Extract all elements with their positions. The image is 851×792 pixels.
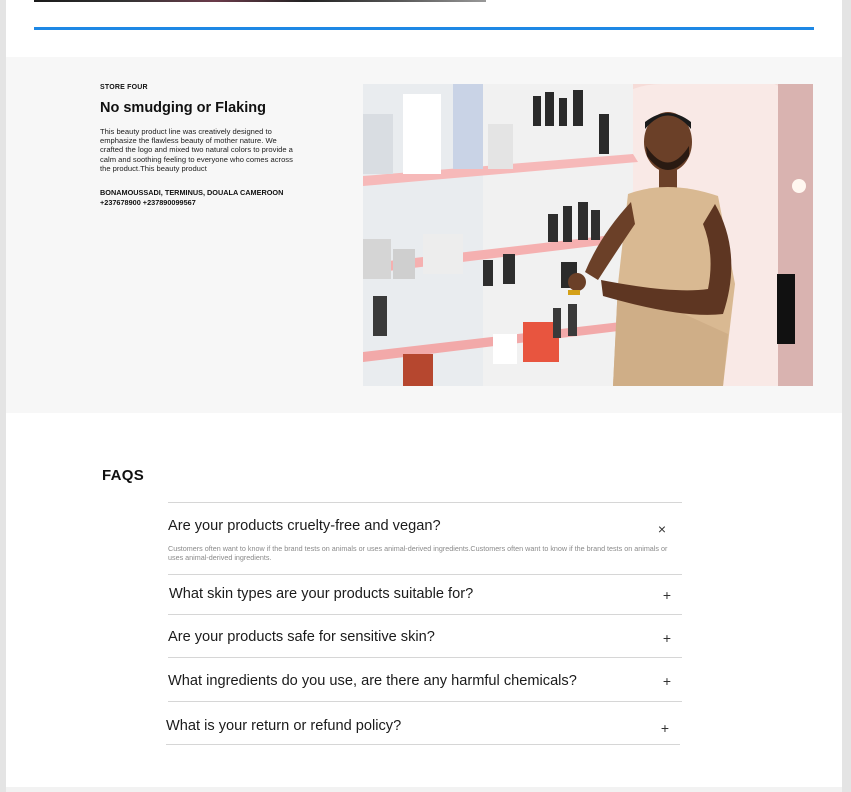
page: STORE FOUR No smudging or Flaking This b… [6,0,842,792]
faq-question[interactable]: Are your products safe for sensitive ski… [168,629,435,645]
faq-question[interactable]: What is your return or refund policy? [166,718,401,734]
store-description: This beauty product line was creatively … [100,127,293,173]
store-photo [363,84,813,386]
plus-icon[interactable]: + [658,720,672,736]
store-address-line: BONAMOUSSADI, TERMINUS, DOUALA CAMEROON [100,188,284,197]
store-section: STORE FOUR No smudging or Flaking This b… [6,57,842,413]
faq-answer: Customers often want to know if the bran… [168,544,668,562]
faq-title: FAQS [102,467,145,484]
faq-item-refund-policy[interactable]: What is your return or refund policy? + [166,702,680,745]
faq-question[interactable]: What ingredients do you use, are there a… [168,673,577,689]
store-photo-illustration [363,84,813,386]
store-title: No smudging or Flaking [100,100,266,116]
accent-divider [34,27,814,30]
faq-question[interactable]: What skin types are your products suitab… [169,586,473,602]
store-label: STORE FOUR [100,84,148,91]
plus-icon[interactable]: + [660,630,674,646]
plus-icon[interactable]: + [660,587,674,603]
store-address: BONAMOUSSADI, TERMINUS, DOUALA CAMEROON … [100,188,320,207]
faq-item-ingredients[interactable]: What ingredients do you use, are there a… [168,658,682,702]
footer-edge [6,787,842,792]
faq-item-skin-types[interactable]: What skin types are your products suitab… [168,575,682,615]
faq-item-sensitive-skin[interactable]: Are your products safe for sensitive ski… [168,615,682,658]
store-phone-line: +237678900 +237890099567 [100,197,196,207]
previous-section-image-edge [34,0,486,2]
faq-question[interactable]: Are your products cruelty-free and vegan… [168,518,441,534]
close-icon[interactable]: × [655,521,669,537]
faq-item-cruelty-free[interactable]: Are your products cruelty-free and vegan… [168,503,682,575]
plus-icon[interactable]: + [660,673,674,689]
